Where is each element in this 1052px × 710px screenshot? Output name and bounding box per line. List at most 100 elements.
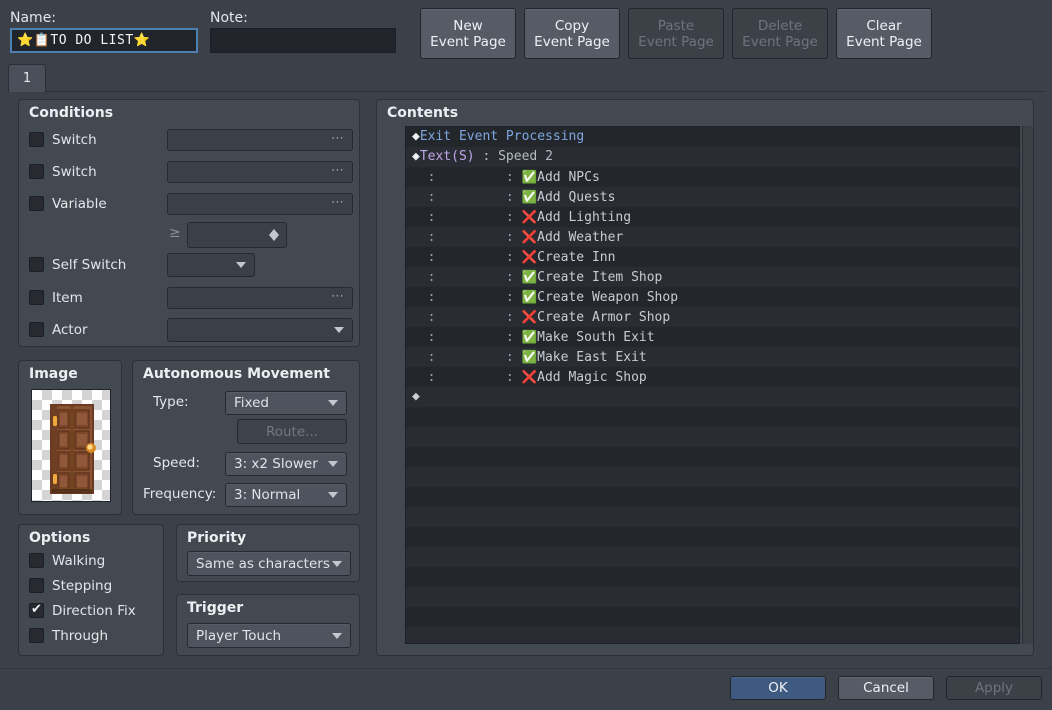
movement-frequency-value: 3: Normal [234, 487, 301, 503]
condition-selfswitch-checkbox[interactable] [29, 257, 44, 272]
movement-frequency-combo[interactable]: 3: Normal [225, 483, 347, 507]
event-command-row-empty[interactable] [406, 527, 1019, 547]
event-command-row[interactable]: : : ✅Make East Exit [406, 347, 1019, 367]
event-command-row[interactable]: : : ✅Make South Exit [406, 327, 1019, 347]
option-through-checkbox[interactable] [29, 628, 44, 643]
indent-marker: : : [412, 170, 522, 185]
option-direction-fix-checkbox[interactable] [29, 601, 44, 618]
option-stepping-checkbox[interactable] [29, 578, 44, 593]
ellipsis-icon[interactable]: ⋯ [331, 131, 345, 146]
event-command-row-empty[interactable] [406, 407, 1019, 427]
chevron-down-icon[interactable] [332, 560, 342, 567]
ellipsis-icon[interactable]: ⋯ [331, 163, 345, 178]
tab-page-1[interactable]: 1 [8, 64, 46, 92]
event-command-row[interactable]: : : ✅Create Weapon Shop [406, 287, 1019, 307]
image-title: Image [29, 366, 78, 382]
name-input[interactable]: ⭐📋TO DO LIST⭐ [10, 28, 198, 53]
event-command-list[interactable]: ◆Exit Event Processing ◆Text(S) : Speed 2… [405, 126, 1020, 644]
chevron-down-icon[interactable] [328, 461, 338, 467]
movement-type-combo[interactable]: Fixed [225, 391, 347, 415]
name-label: Name: [10, 10, 57, 26]
chevron-down-icon[interactable] [328, 400, 338, 406]
event-command-row-empty[interactable] [406, 587, 1019, 607]
ellipsis-icon[interactable]: ⋯ [331, 195, 345, 210]
condition-selfswitch-combo[interactable] [167, 253, 255, 277]
contents-vertical-scrollbar[interactable] [1022, 126, 1033, 644]
priority-title: Priority [187, 530, 247, 546]
note-input[interactable] [210, 28, 396, 53]
priority-combo[interactable]: Same as characters [187, 551, 351, 576]
condition-item-label: Item [52, 290, 83, 306]
indent-marker: : : [412, 270, 522, 285]
condition-variable-field[interactable]: ⋯ [167, 193, 353, 215]
event-command-row-empty[interactable] [406, 447, 1019, 467]
event-image-preview[interactable] [31, 389, 111, 502]
variable-comparison-spinner[interactable] [187, 222, 287, 248]
chevron-down-icon[interactable] [236, 262, 246, 268]
spinner-down-icon[interactable] [269, 235, 279, 241]
chevron-down-icon[interactable] [328, 492, 338, 498]
event-command-row[interactable]: ◆Text(S) : Speed 2 [406, 147, 1019, 167]
command-diamond-icon: ◆ [412, 389, 420, 404]
event-command-row[interactable]: : : ❌Add Lighting [406, 207, 1019, 227]
event-command-row-empty[interactable] [406, 487, 1019, 507]
hinge-icon [53, 474, 57, 484]
event-command-row[interactable]: : : ✅Add Quests [406, 187, 1019, 207]
cancel-button[interactable]: Cancel [838, 676, 934, 700]
trigger-combo[interactable]: Player Touch [187, 623, 351, 648]
check-mark-icon: ✅ [521, 189, 538, 204]
button-line1: Delete [757, 17, 803, 34]
tab-label: 1 [22, 71, 32, 86]
chevron-down-icon[interactable] [332, 632, 342, 639]
condition-item-field[interactable]: ⋯ [167, 287, 353, 309]
condition-switch1-checkbox[interactable] [29, 132, 44, 147]
chevron-down-icon[interactable] [334, 327, 344, 333]
ok-label: OK [768, 680, 788, 696]
apply-button: Apply [946, 676, 1042, 700]
movement-speed-combo[interactable]: 3: x2 Slower [225, 452, 347, 476]
condition-switch2-checkbox[interactable] [29, 164, 44, 179]
check-mark-icon: ✅ [521, 289, 538, 304]
condition-actor-checkbox[interactable] [29, 322, 44, 337]
check-mark-icon: ✅ [521, 349, 538, 364]
event-command-row-empty[interactable] [406, 627, 1019, 643]
event-command-row[interactable]: : : ❌Add Magic Shop [406, 367, 1019, 387]
event-command-row-empty[interactable] [406, 607, 1019, 627]
clear-event-page-button[interactable]: Clear Event Page [836, 8, 932, 59]
event-command-row[interactable]: ◆Exit Event Processing [406, 127, 1019, 147]
variable-comparison-sign: ≥ [169, 225, 181, 241]
event-command-row[interactable]: : : ❌Create Inn [406, 247, 1019, 267]
copy-event-page-button[interactable]: Copy Event Page [524, 8, 620, 59]
event-command-row[interactable]: : : ✅Add NPCs [406, 167, 1019, 187]
trigger-title: Trigger [187, 600, 244, 616]
ok-button[interactable]: OK [730, 676, 826, 700]
indent-marker: : : [412, 350, 522, 365]
condition-switch1-field[interactable]: ⋯ [167, 129, 353, 151]
event-command-row-empty[interactable] [406, 547, 1019, 567]
button-line1: Clear [866, 17, 902, 34]
option-walking-checkbox[interactable] [29, 553, 44, 568]
trigger-group: Trigger Player Touch [176, 594, 360, 656]
event-command-row[interactable]: : : ✅Create Item Shop [406, 267, 1019, 287]
button-line2: Event Page [846, 33, 922, 50]
condition-item-checkbox[interactable] [29, 290, 44, 305]
ellipsis-icon[interactable]: ⋯ [331, 289, 345, 304]
event-command-row[interactable]: ◆ [406, 387, 1019, 407]
event-command-row[interactable]: : : ❌Add Weather [406, 227, 1019, 247]
event-command-row-empty[interactable] [406, 467, 1019, 487]
command-text: Make South Exit [537, 330, 655, 345]
condition-variable-checkbox[interactable] [29, 196, 44, 211]
event-command-row[interactable]: : : ❌Create Armor Shop [406, 307, 1019, 327]
condition-switch2-field[interactable]: ⋯ [167, 161, 353, 183]
new-event-page-button[interactable]: New Event Page [420, 8, 516, 59]
cross-mark-icon: ❌ [521, 369, 538, 384]
condition-actor-combo[interactable] [167, 318, 353, 342]
command-text: Add Magic Shop [537, 370, 647, 385]
tab-underline [8, 91, 1044, 92]
command-text: Add Quests [537, 190, 616, 205]
event-command-row-empty[interactable] [406, 507, 1019, 527]
conditions-title: Conditions [29, 105, 114, 121]
event-command-row-empty[interactable] [406, 567, 1019, 587]
event-command-row-empty[interactable] [406, 427, 1019, 447]
check-mark-icon: ✅ [521, 329, 538, 344]
